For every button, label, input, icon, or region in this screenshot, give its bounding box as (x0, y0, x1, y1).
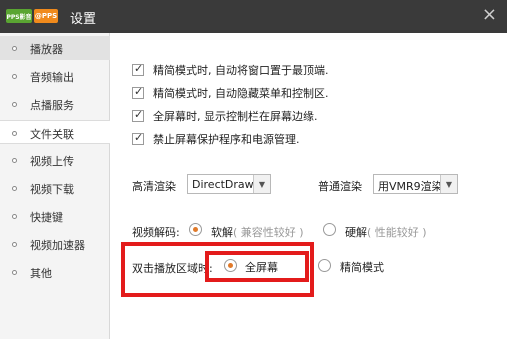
sidebar-item-label: 点播服务 (30, 99, 74, 112)
option-label: 禁止屏幕保护程序和电源管理. (153, 133, 300, 146)
normal-render-value: 用VMR9渲染 (378, 180, 440, 193)
app-logo: PPS影音 @PPS (6, 9, 58, 23)
bullet-icon (12, 270, 17, 275)
dblclick-compact-radio[interactable] (318, 259, 331, 272)
checkbox[interactable] (132, 62, 144, 76)
normal-render-select[interactable]: 用VMR9渲染 ▼ (373, 174, 458, 194)
hd-render-label: 高清渲染 (132, 180, 176, 193)
checkbox[interactable] (132, 85, 144, 99)
sidebar-item-label: 文件关联 (30, 128, 74, 141)
bullet-icon (12, 74, 17, 79)
sidebar-item-shortcuts[interactable]: 快捷键 (0, 204, 110, 228)
bullet-icon (12, 158, 17, 163)
sidebar-item-label: 视频下载 (30, 183, 74, 196)
decode-label: 视频解码: (132, 226, 180, 239)
checkbox[interactable] (132, 131, 144, 145)
decode-hard-radio[interactable] (323, 223, 336, 236)
sidebar-item-other[interactable]: 其他 (0, 260, 110, 284)
bullet-icon (12, 242, 17, 247)
option-label: 精简模式时, 自动将窗口置于最顶端. (153, 64, 329, 77)
dblclick-label: 双击播放区域时: (132, 262, 213, 275)
checkbox[interactable] (132, 108, 144, 122)
sidebar-item-video-accelerator[interactable]: 视频加速器 (0, 232, 110, 256)
option-topmost-in-compact[interactable]: 精简模式时, 自动将窗口置于最顶端. (132, 62, 329, 78)
bullet-icon (12, 214, 17, 219)
decode-soft-text: 软解 (211, 226, 233, 239)
hd-render-select[interactable]: DirectDraw ▼ (187, 174, 271, 194)
bullet-icon (12, 102, 17, 107)
chevron-down-icon: ▼ (253, 175, 270, 193)
normal-render-label: 普通渲染 (318, 180, 362, 193)
window-title: 设置 (70, 12, 97, 27)
dblclick-compact-label: 精简模式 (340, 261, 384, 274)
sidebar-item-file-association[interactable]: 文件关联 (0, 120, 110, 144)
close-icon[interactable]: × (482, 5, 497, 25)
dblclick-fullscreen-radio[interactable] (224, 259, 237, 272)
sidebar-item-label: 视频加速器 (30, 239, 85, 252)
option-hide-controls-in-compact[interactable]: 精简模式时, 自动隐藏菜单和控制区. (132, 85, 329, 101)
decode-soft-radio[interactable] (189, 223, 202, 236)
decode-soft-label: 软解( 兼容性较好 ) (211, 224, 304, 240)
bullet-icon (12, 186, 17, 191)
sidebar-item-label: 其他 (30, 267, 52, 280)
option-label: 精简模式时, 自动隐藏菜单和控制区. (153, 87, 329, 100)
sidebar-item-audio-output[interactable]: 音频输出 (0, 64, 110, 88)
title-bar: PPS影音 @PPS 设置 × (0, 0, 507, 33)
sidebar-item-player[interactable]: 播放器 (0, 36, 110, 60)
pps-player-logo-icon: PPS影音 (6, 9, 32, 23)
settings-sidebar: 播放器 音频输出 点播服务 文件关联 视频上传 视频下载 快捷键 视频加速器 其… (0, 33, 110, 339)
settings-panel: 精简模式时, 自动将窗口置于最顶端. 精简模式时, 自动隐藏菜单和控制区. 全屏… (111, 33, 507, 339)
decode-hard-text: 硬解 (345, 226, 367, 239)
dblclick-fullscreen-label: 全屏幕 (245, 261, 278, 274)
chevron-down-icon: ▼ (440, 175, 457, 193)
sidebar-item-label: 快捷键 (30, 211, 63, 224)
sidebar-item-label: 视频上传 (30, 155, 74, 168)
option-disable-screensaver[interactable]: 禁止屏幕保护程序和电源管理. (132, 131, 300, 147)
sidebar-item-vod-service[interactable]: 点播服务 (0, 92, 110, 116)
pps-logo-icon: @PPS (34, 9, 58, 23)
decode-hard-label: 硬解( 性能较好 ) (345, 224, 427, 240)
sidebar-item-video-upload[interactable]: 视频上传 (0, 148, 110, 172)
sidebar-item-label: 播放器 (30, 43, 63, 56)
decode-hard-hint: ( 性能较好 ) (367, 226, 427, 239)
option-fullscreen-controlbar[interactable]: 全屏幕时, 显示控制栏在屏幕边缘. (132, 108, 318, 124)
sidebar-item-video-download[interactable]: 视频下载 (0, 176, 110, 200)
bullet-icon (12, 131, 17, 136)
bullet-icon (12, 46, 17, 51)
decode-soft-hint: ( 兼容性较好 ) (233, 226, 304, 239)
sidebar-item-label: 音频输出 (30, 71, 74, 84)
hd-render-value: DirectDraw (192, 178, 254, 191)
option-label: 全屏幕时, 显示控制栏在屏幕边缘. (153, 110, 318, 123)
